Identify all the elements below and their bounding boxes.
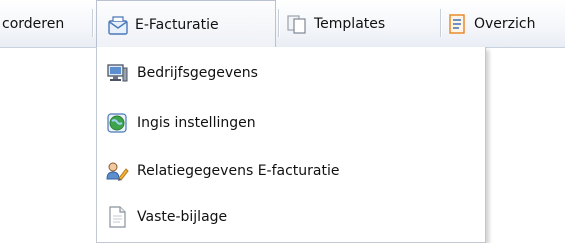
dropdown-item-relatiegegevens-e-facturatie[interactable]: Relatiegegevens E-facturatie [105,151,475,191]
templates-icon [286,13,308,35]
menu-item-templates[interactable]: Templates [286,0,385,47]
menu-separator [278,9,279,37]
dropdown-item-label: Vaste-bijlage [137,209,228,225]
dropdown-item-label: Ingis instellingen [137,115,256,131]
dropdown-item-label: Bedrijfsgegevens [137,65,258,81]
menu-item-overzicht[interactable]: Overzich [446,0,535,47]
dropdown-item-label: Relatiegegevens E-facturatie [137,163,340,179]
menu-item-e-facturatie[interactable]: E-Facturatie [96,0,276,48]
blank-document-icon [105,205,129,229]
dropdown-item-bedrijfsgegevens[interactable]: Bedrijfsgegevens [105,53,475,93]
dropdown-item-ingis-instellingen[interactable]: Ingis instellingen [105,103,475,143]
menu-item-corderen[interactable]: corderen [2,0,64,47]
menu-item-label: Overzich [474,15,536,32]
user-pen-icon [105,159,129,183]
globe-icon [105,111,129,135]
menu-item-label: Templates [314,15,386,32]
e-facturatie-dropdown-menu: Bedrijfsgegevens Ingis instellingen Rela… [96,47,486,243]
menu-separator [440,9,441,37]
document-list-icon [446,13,468,35]
envelope-icon [107,14,129,36]
menu-separator [92,9,93,37]
menu-bar: corderen E-Facturatie Templates Overzich [0,0,565,48]
dropdown-item-vaste-bijlage[interactable]: Vaste-bijlage [105,197,475,237]
menu-item-label: E-Facturatie [135,16,219,33]
computer-icon [105,61,129,85]
menu-item-label: corderen [2,15,65,32]
